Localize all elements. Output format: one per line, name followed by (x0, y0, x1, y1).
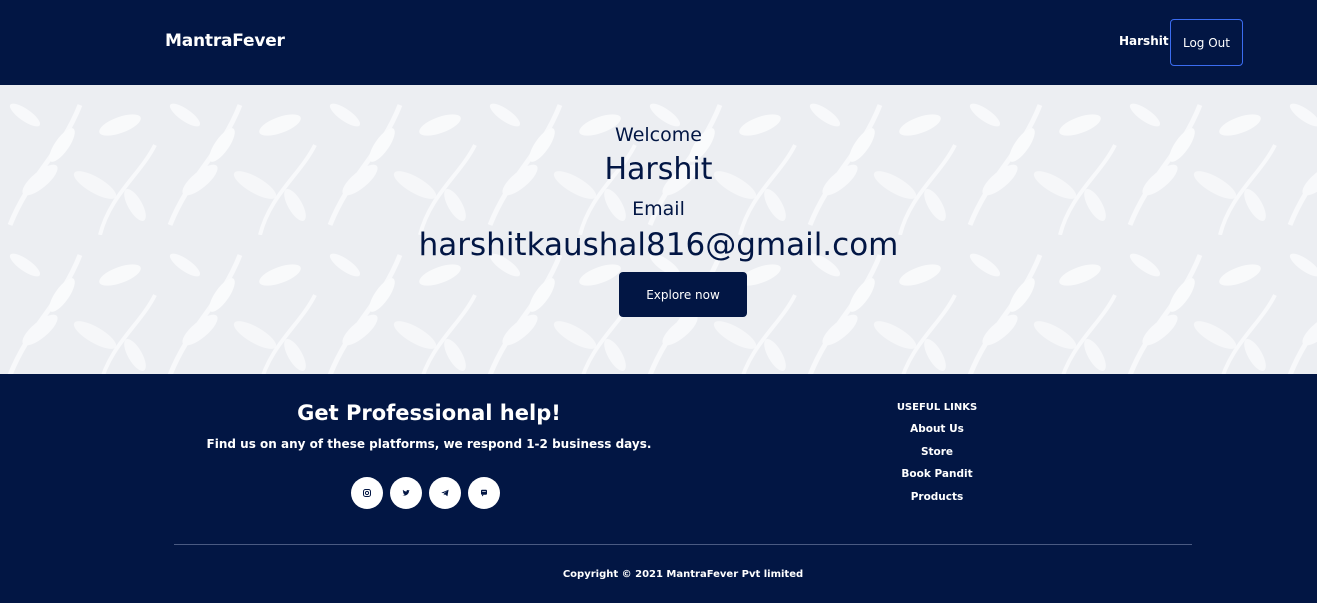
footer-link-about-us[interactable]: About Us (837, 423, 1037, 446)
chat-icon (481, 489, 487, 497)
user-name[interactable]: Harshit (1119, 34, 1169, 48)
footer-divider (174, 544, 1192, 545)
instagram-icon (363, 489, 371, 497)
instagram-button[interactable] (351, 477, 383, 509)
footer-link-book-pandit[interactable]: Book Pandit (837, 468, 1037, 491)
help-subtitle: Find us on any of these platforms, we re… (206, 437, 652, 451)
user-display-name: Harshit (604, 152, 713, 187)
twitter-button[interactable] (390, 477, 422, 509)
hero-content: Welcome Harshit Email harshitkaushal816@… (0, 85, 1317, 374)
brand-logo[interactable]: MantraFever (165, 31, 285, 51)
useful-links-heading: USEFUL LINKS (896, 402, 978, 413)
email-label: Email (632, 198, 685, 220)
logout-button[interactable]: Log Out (1170, 19, 1243, 66)
site-header: MantraFever Harshit Log Out (0, 0, 1317, 85)
site-footer: Get Professional help! Find us on any of… (0, 374, 1317, 603)
telegram-button[interactable] (429, 477, 461, 509)
chat-button[interactable] (468, 477, 500, 509)
explore-now-button[interactable]: Explore now (619, 272, 747, 317)
hero-section: Welcome Harshit Email harshitkaushal816@… (0, 85, 1317, 374)
footer-link-products[interactable]: Products (837, 491, 1037, 514)
email-value: harshitkaushal816@gmail.com (418, 227, 899, 263)
telegram-icon (441, 489, 449, 497)
useful-links-list: About Us Store Book Pandit Products (837, 423, 1037, 513)
copyright-text: Copyright © 2021 MantraFever Pvt limited (562, 569, 804, 580)
social-links (351, 477, 500, 509)
welcome-label: Welcome (615, 124, 702, 146)
footer-link-store[interactable]: Store (837, 446, 1037, 469)
help-title: Get Professional help! (297, 401, 561, 425)
twitter-icon (402, 489, 410, 496)
